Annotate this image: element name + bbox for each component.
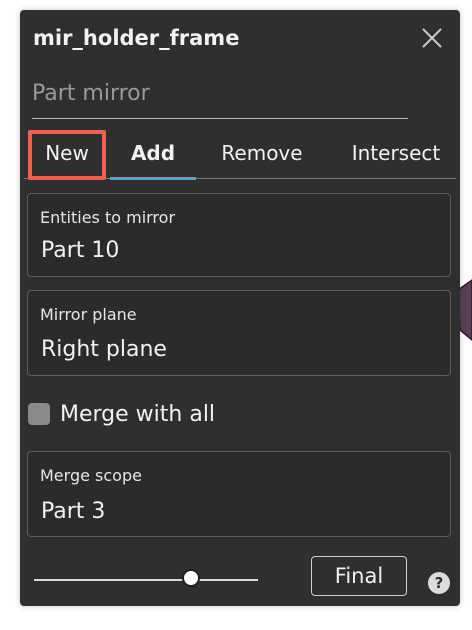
help-icon[interactable]: ? xyxy=(428,572,450,594)
tab-add[interactable]: Add xyxy=(110,128,196,180)
feature-name-input[interactable] xyxy=(32,80,408,106)
entities-to-mirror-value: Part 10 xyxy=(41,238,120,263)
highlight-box xyxy=(28,130,106,180)
slider-thumb[interactable] xyxy=(182,569,200,587)
part-mirror-dialog: mir_holder_frame New Add Remove Intersec… xyxy=(20,10,460,606)
close-icon[interactable] xyxy=(420,26,444,50)
entities-to-mirror-label: Entities to mirror xyxy=(40,208,176,227)
merge-scope-value: Part 3 xyxy=(41,499,106,524)
mirror-plane-value: Right plane xyxy=(41,337,167,362)
mirror-plane-label: Mirror plane xyxy=(40,305,137,324)
merge-with-all-label: Merge with all xyxy=(60,401,216,427)
mirror-plane-field[interactable]: Mirror plane Right plane xyxy=(27,290,451,376)
entities-to-mirror-field[interactable]: Entities to mirror Part 10 xyxy=(27,193,451,277)
merge-scope-label: Merge scope xyxy=(40,466,142,485)
merge-with-all-checkbox[interactable] xyxy=(28,403,50,425)
tab-remove[interactable]: Remove xyxy=(208,128,316,178)
operation-tabs: New Add Remove Intersect xyxy=(24,128,456,180)
final-button[interactable]: Final xyxy=(311,556,407,596)
rollback-slider[interactable] xyxy=(34,568,258,592)
merge-scope-field[interactable]: Merge scope Part 3 xyxy=(27,451,451,537)
feature-name-field[interactable] xyxy=(32,68,408,119)
merge-with-all-toggle[interactable]: Merge with all xyxy=(28,396,215,432)
dialog-title: mir_holder_frame xyxy=(33,26,240,50)
tab-new[interactable]: New xyxy=(28,128,106,180)
slider-track xyxy=(34,579,258,581)
tab-intersect[interactable]: Intersect xyxy=(336,128,456,178)
